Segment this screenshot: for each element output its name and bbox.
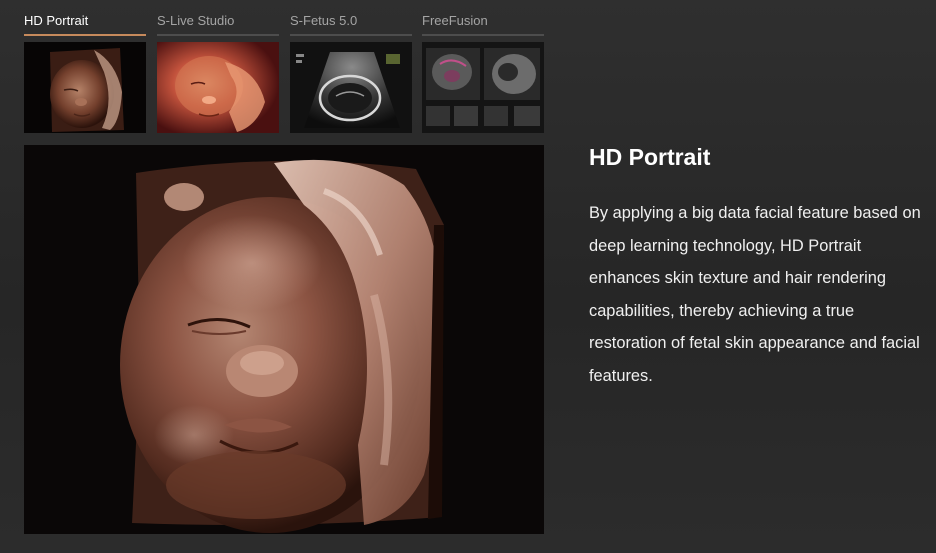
tab-label: FreeFusion [422,13,488,28]
s-live-studio-thumbnail[interactable] [157,42,279,133]
tab-s-live-studio[interactable]: S-Live Studio [157,8,279,133]
hd-portrait-thumbnail[interactable] [24,42,146,133]
tab-indicator [290,34,412,36]
tab-indicator [422,34,544,36]
hd-portrait-main-image [24,145,544,534]
feature-info: HD Portrait By applying a big data facia… [589,141,929,392]
tab-label: HD Portrait [24,13,89,28]
feature-title: HD Portrait [589,144,711,170]
tab-active-indicator [24,34,146,36]
feature-tabs: HD Portrait S-Live Studio S-Fetus 5.0 Fr… [24,8,544,133]
tab-s-fetus[interactable]: S-Fetus 5.0 [290,8,412,133]
tab-freefusion[interactable]: FreeFusion [422,8,544,133]
tab-label: S-Live Studio [157,13,235,28]
freefusion-thumbnail[interactable] [422,42,544,133]
s-fetus-thumbnail[interactable] [290,42,412,133]
tab-hd-portrait[interactable]: HD Portrait [24,8,146,133]
tab-indicator [157,34,279,36]
tab-label: S-Fetus 5.0 [290,13,358,28]
feature-description: By applying a big data facial feature ba… [589,204,921,385]
